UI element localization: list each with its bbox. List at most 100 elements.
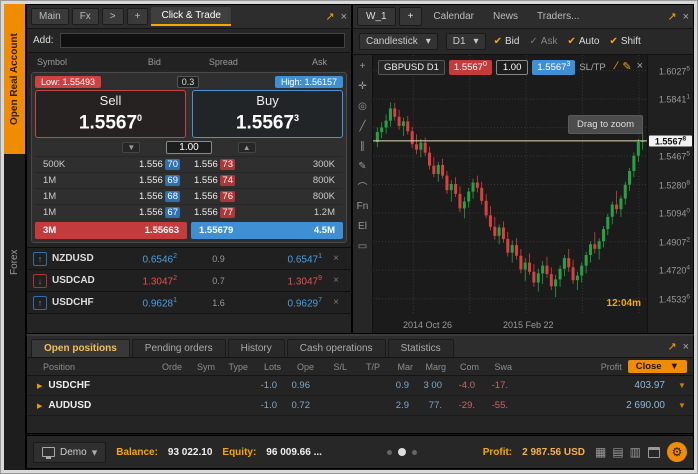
maximize-icon[interactable]: ↗ [667,340,676,353]
remove-symbol-icon[interactable]: × [327,275,345,286]
open-real-account-tab[interactable]: Open Real Account [4,4,25,154]
chart-tool-icon[interactable]: ◎ [355,99,371,114]
watchlist-row[interactable]: ↓ USDCAD 1.30472 0.7 1.30479 × [27,270,351,293]
remove-symbol-icon[interactable]: × [327,297,345,308]
workspace-tab[interactable]: + [126,8,149,25]
chart-tool-icon[interactable]: Fn [355,199,371,214]
depth-row[interactable]: 1M 1.556 68 1.556 76 800K [35,188,343,204]
positions-column[interactable]: Com [446,362,479,372]
row-expand-icon[interactable]: ▼ [671,401,693,410]
chart-toggle[interactable]: ✔ Bid [494,36,520,47]
positions-column[interactable]: S/L [314,362,347,372]
chart-tool-icon[interactable]: ⌒ [355,179,371,194]
row-expand-icon[interactable]: ▼ [671,381,693,390]
positions-column[interactable]: T/P [347,362,380,372]
add-symbol-input[interactable] [59,33,345,48]
edit-icon[interactable]: ✎ [622,60,631,73]
remove-symbol-icon[interactable]: × [327,253,345,264]
forex-tab[interactable]: Forex [4,232,25,292]
workspace-layout-icon[interactable]: ▤ [612,445,623,459]
chart-tab[interactable]: Traders... [529,8,587,25]
price-axis[interactable]: 1.60275 1.58411 1.54675 1.52808 1.50940 1.490… [647,55,693,333]
workspace-tab[interactable]: Fx [71,8,99,25]
chart-tool-icon[interactable]: + [355,59,371,74]
click-trade-title-tab[interactable]: Click & Trade [151,7,231,26]
watchlist-row[interactable]: ↑ USDCHF 0.96281 1.6 0.96297 × [27,292,351,315]
close-icon[interactable]: × [683,11,689,23]
positions-column[interactable]: Marg [413,362,446,372]
chart-tool-icon[interactable]: ▭ [355,239,371,254]
candlestick-chart[interactable] [373,55,647,313]
account-selector[interactable]: Demo ▾ [33,441,107,463]
maximize-icon[interactable]: ↗ [667,10,676,23]
column-spread[interactable]: Spread [189,57,258,67]
positions-tab[interactable]: Statistics [387,339,454,357]
bid-quote[interactable]: 1.30472 [115,275,178,287]
column-bid[interactable]: Bid [120,57,189,67]
pager-dot-active[interactable] [398,448,407,456]
depth-row[interactable]: 1M 1.556 67 1.556 77 1.2M [35,204,343,220]
positions-column[interactable]: Swa [479,362,512,372]
maximize-icon[interactable]: ↗ [325,10,334,23]
chart-buy-chip[interactable]: 1.55673 [532,60,576,75]
depth-row[interactable]: 500K 1.556 70 1.556 73 300K [35,156,343,172]
position-row[interactable]: ▶ USDCHF -1.0 0.96 0.9 3 00 -4.0 -17. 40… [27,376,693,396]
sell-button[interactable]: Sell 1.55670 [35,90,186,139]
expand-icon[interactable]: ▶ [37,382,42,390]
watchlist-row[interactable]: ↑ NZDUSD 0.65462 0.9 0.65471 × [27,248,351,271]
chart-tab[interactable]: News [485,8,526,25]
close-icon[interactable]: × [341,11,347,23]
calendar-icon[interactable] [648,446,660,458]
positions-tab[interactable]: Pending orders [131,339,226,357]
timeframe-select[interactable]: D1 ▾ [445,33,486,50]
bid-quote[interactable]: 0.96281 [115,297,178,309]
line-tool-icon[interactable]: ∕ [616,60,618,73]
chart-area[interactable]: GBPUSD D1 1.55670 1.00 1.55673 SL/TP ∕ ✎… [373,55,647,333]
buy-button[interactable]: Buy 1.55673 [192,90,343,139]
sl-tp-label[interactable]: SL/TP [579,62,605,73]
positions-tab[interactable]: Cash operations [286,339,386,357]
chart-tool-icon[interactable]: ∥ [355,139,371,154]
expand-icon[interactable]: ▶ [37,402,42,410]
best-bid-button[interactable]: 3M 1.55663 [35,222,187,240]
chart-toggle[interactable]: ✔ Auto [567,36,599,47]
pager-dot[interactable] [387,449,393,455]
chart-tab[interactable]: + [398,7,423,26]
volume-decrease-button[interactable]: ▼ [122,141,141,153]
positions-column[interactable]: Sym [182,362,215,372]
positions-column[interactable]: Lots [248,362,281,372]
column-symbol[interactable]: Symbol [37,57,120,67]
chart-tab[interactable]: W_1 [357,7,396,26]
close-position-button[interactable]: Close ▼ [627,360,687,373]
volume-increase-button[interactable]: ▲ [237,141,256,153]
settings-gear-button[interactable]: ⚙ [667,442,687,462]
workspace-layout-icon[interactable]: ▦ [595,445,606,459]
positions-column[interactable]: Ope [281,362,314,372]
volume-value[interactable]: 1.00 [166,140,212,154]
positions-column[interactable]: Orde [149,362,182,372]
chart-tool-icon[interactable]: ✛ [355,79,371,94]
positions-tab[interactable]: Open positions [31,339,130,357]
chart-close-icon[interactable]: × [637,60,643,73]
column-ask[interactable]: Ask [258,57,341,67]
bid-quote[interactable]: 0.65462 [115,253,178,265]
position-row[interactable]: ▶ AUDUSD -1.0 0.72 2.9 77. -29. -55. 2 6… [27,396,693,416]
best-ask-button[interactable]: 1.55679 4.5M [191,222,343,240]
positions-tab[interactable]: History [227,339,285,357]
chart-tool-icon[interactable]: ✎ [355,159,371,174]
workspace-tab[interactable]: Main [31,8,69,25]
positions-column[interactable]: Type [215,362,248,372]
ask-quote[interactable]: 0.96297 [260,297,323,309]
workspace-tab[interactable]: > [101,8,124,25]
ask-quote[interactable]: 1.30479 [260,275,323,287]
close-icon[interactable]: × [683,341,689,353]
chart-type-select[interactable]: Candlestick ▾ [359,33,438,50]
positions-column[interactable]: Mar [380,362,414,372]
chart-tool-icon[interactable]: El [355,219,371,234]
ask-quote[interactable]: 0.65471 [260,253,323,265]
pager-dot[interactable] [412,449,418,455]
depth-row[interactable]: 1M 1.556 69 1.556 74 800K [35,172,343,188]
column-position[interactable]: Position [31,362,149,372]
chart-volume-value[interactable]: 1.00 [495,60,529,75]
chart-toggle[interactable]: ✔ Shift [609,36,640,47]
